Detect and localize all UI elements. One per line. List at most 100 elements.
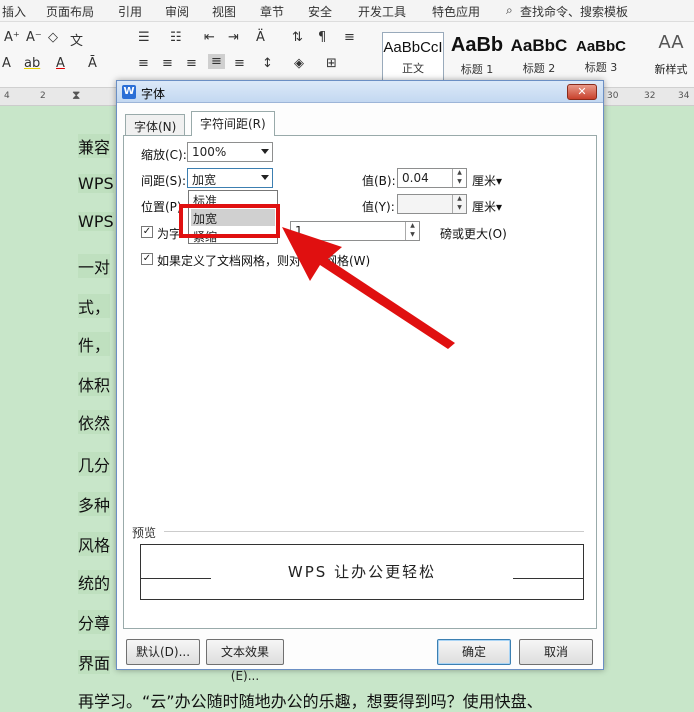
menu-references[interactable]: 引用	[118, 3, 142, 20]
justify-icon[interactable]: ≡	[208, 54, 225, 69]
align-center-icon[interactable]: ≡	[162, 56, 173, 71]
char-border-icon[interactable]: Ä	[256, 30, 265, 45]
doc-line: 再学习。“云”办公随时随地办公的乐趣，想要得到吗？使用快盘、	[78, 692, 543, 711]
paragraph-icon[interactable]: ≡	[344, 30, 355, 45]
chevron-down-icon	[261, 149, 269, 154]
new-style-label: 新样式	[654, 63, 688, 76]
kerning-checkbox[interactable]: ✓	[141, 226, 153, 238]
scale-select[interactable]: 100%	[187, 142, 273, 162]
spacing-unit-select[interactable]: 厘米▾	[472, 172, 502, 189]
style-label: 正文	[402, 62, 424, 75]
show-hide-icon[interactable]: ¶	[318, 30, 326, 45]
grid-align-checkbox[interactable]: ✓	[141, 253, 153, 265]
annotation-highlight-box	[179, 204, 280, 238]
doc-line: 多种	[78, 492, 111, 516]
ok-button[interactable]: 确定	[437, 639, 511, 665]
style-normal[interactable]: AaBbCcI 正文	[382, 32, 444, 86]
style-sample: AaBbC	[575, 38, 626, 55]
doc-line: 体积	[78, 372, 111, 396]
spacing-amount-input[interactable]: 0.04 ▲ ▼	[397, 168, 467, 188]
sort-icon[interactable]: ⇅	[292, 30, 303, 45]
font-color-icon[interactable]: A	[56, 56, 65, 71]
dialog-titlebar[interactable]: W 字体 ✕	[117, 81, 603, 103]
menu-developer[interactable]: 开发工具	[358, 3, 406, 20]
spacing-amount-value: 0.04	[402, 171, 429, 185]
menu-features[interactable]: 特色应用	[432, 3, 480, 20]
char-shading-icon[interactable]: Ā	[88, 56, 97, 71]
align-left-icon[interactable]: ≡	[138, 56, 149, 71]
numbering-icon[interactable]: ☷	[170, 30, 182, 45]
increase-indent-icon[interactable]: ⇥	[228, 30, 239, 45]
doc-line: WPS	[78, 212, 114, 231]
menu-security[interactable]: 安全	[308, 3, 332, 20]
menu-section[interactable]: 章节	[260, 3, 284, 20]
close-icon: ✕	[577, 85, 587, 98]
default-button[interactable]: 默认(D)...	[126, 639, 200, 665]
menu-insert[interactable]: 插入	[2, 3, 26, 20]
distributed-icon[interactable]: ≡	[234, 56, 245, 71]
dialog-title: 字体	[141, 87, 166, 101]
search-icon[interactable]: ⌕	[506, 3, 513, 18]
position-amount-label: 值(Y):	[362, 200, 395, 214]
spacing-unit: 厘米	[472, 174, 497, 188]
shading-icon[interactable]: ◈	[294, 56, 304, 71]
doc-line: 几分	[78, 452, 111, 476]
tab-font[interactable]: 字体(N)	[125, 114, 186, 135]
chevron-down-icon	[261, 175, 269, 180]
highlight-color-icon[interactable]: ab	[24, 56, 40, 71]
spacing-amount-label: 值(B):	[362, 174, 396, 188]
borders-icon[interactable]: ⊞	[326, 56, 337, 71]
preview-label: 预览	[132, 526, 157, 540]
ruler-tick: 30	[607, 91, 619, 101]
position-unit-select[interactable]: 厘米▾	[472, 198, 502, 215]
tab-char-spacing[interactable]: 字符间距(R)	[191, 111, 275, 136]
doc-line: 兼容	[78, 134, 111, 158]
scale-value: 100%	[192, 145, 227, 159]
wps-app-icon: W	[122, 85, 136, 99]
phonetic-icon[interactable]: 文	[70, 30, 83, 49]
command-search[interactable]: 查找命令、搜索模板	[520, 3, 628, 20]
cancel-button[interactable]: 取消	[519, 639, 593, 665]
position-label: 位置(P)	[141, 200, 182, 214]
ruler-tick: 4	[4, 91, 10, 101]
spin-down-icon[interactable]: ▼	[452, 204, 466, 213]
bullets-icon[interactable]: ☰	[138, 30, 150, 45]
style-heading-1[interactable]: AaBb 标题 1	[446, 32, 508, 86]
align-right-icon[interactable]: ≡	[186, 56, 197, 71]
decrease-indent-icon[interactable]: ⇤	[204, 30, 215, 45]
scale-label: 缩放(C):	[141, 148, 187, 162]
spacing-select[interactable]: 加宽	[187, 168, 273, 188]
spin-up-icon[interactable]: ▲	[452, 195, 466, 204]
text-effect-icon[interactable]: A	[2, 56, 11, 71]
doc-line: 统的	[78, 570, 111, 594]
ruler-tick: 2	[40, 91, 46, 101]
position-unit: 厘米	[472, 200, 497, 214]
close-button[interactable]: ✕	[567, 84, 597, 100]
style-heading-2[interactable]: AaBbC 标题 2	[508, 32, 570, 86]
font-size-increase-icon[interactable]: A⁺	[4, 30, 20, 45]
menu-review[interactable]: 审阅	[165, 3, 189, 20]
new-style-button[interactable]: AA 新样式	[650, 32, 692, 77]
text-effect-button[interactable]: 文本效果(E)...	[206, 639, 284, 683]
spin-up-icon[interactable]: ▲	[452, 169, 466, 178]
menu-page-layout[interactable]: 页面布局	[46, 3, 94, 20]
style-sample: AaBb	[450, 34, 504, 56]
position-amount-input[interactable]: ▲ ▼	[397, 194, 467, 214]
doc-line: 式，	[78, 294, 111, 318]
spin-down-icon[interactable]: ▼	[452, 178, 466, 187]
style-label: 标题 2	[522, 62, 556, 75]
clear-format-icon[interactable]: ◇	[48, 30, 58, 45]
font-size-decrease-icon[interactable]: A⁻	[26, 30, 42, 45]
style-heading-3[interactable]: AaBbC 标题 3	[570, 32, 632, 86]
indent-marker-icon[interactable]: ⧗	[72, 88, 80, 103]
line-spacing-icon[interactable]: ↕	[262, 56, 273, 71]
ruler-tick: 34	[678, 91, 690, 101]
style-sample: AaBbC	[510, 36, 568, 55]
menu-view[interactable]: 视图	[212, 3, 236, 20]
doc-line: 一对	[78, 254, 111, 278]
style-sample: AaBbCcI	[383, 39, 443, 56]
spacing-label: 间距(S):	[141, 174, 187, 188]
doc-line: 件，	[78, 332, 111, 356]
spacing-value: 加宽	[192, 173, 217, 187]
preview-divider	[164, 531, 584, 532]
